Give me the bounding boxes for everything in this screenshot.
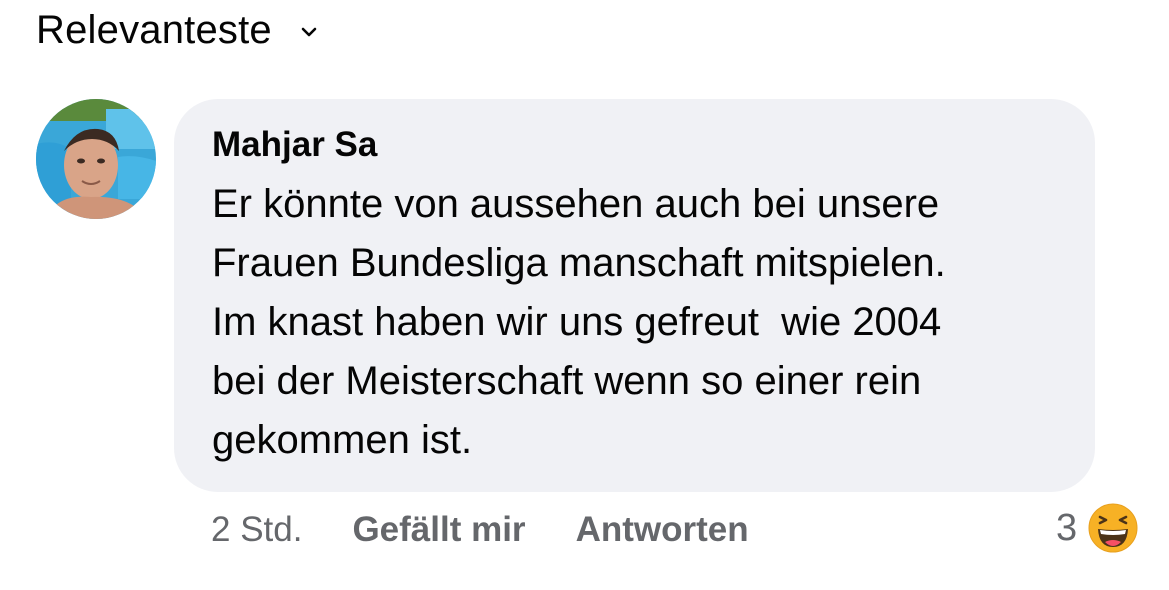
reply-button[interactable]: Antworten (576, 510, 749, 550)
comment-text-line: Er könnte von aussehen auch bei unsere (212, 182, 940, 226)
comment-text-line: Frauen Bundesliga manschaft mitspielen. (212, 241, 946, 285)
reaction-count: 3 (1056, 506, 1078, 549)
comment-text-line: Im knast haben wir uns gefreut wie 2004 (212, 300, 942, 344)
reaction-summary[interactable]: 3 (1056, 500, 1139, 556)
like-button[interactable]: Gefällt mir (352, 510, 525, 550)
comment-author[interactable]: Mahjar Sa (212, 121, 377, 169)
comment-timestamp[interactable]: 2 Std. (211, 510, 302, 550)
comment-text: Er könnte von aussehen auch bei unsere F… (212, 175, 1065, 470)
avatar[interactable] (36, 99, 156, 219)
user-avatar-icon (36, 99, 156, 219)
comment-text-line: gekommen ist. (212, 418, 473, 462)
sort-label: Relevanteste (36, 8, 272, 52)
comment-bubble: Mahjar Sa Er könnte von aussehen auch be… (174, 99, 1095, 492)
chevron-down-icon (301, 27, 317, 37)
comment-text-line: bei der Meisterschaft wenn so einer rein (212, 359, 922, 403)
haha-emoji-icon (1087, 502, 1139, 554)
sort-dropdown[interactable]: Relevanteste (36, 4, 320, 56)
comment-actions: 2 Std. Gefällt mir Antworten (211, 505, 749, 555)
